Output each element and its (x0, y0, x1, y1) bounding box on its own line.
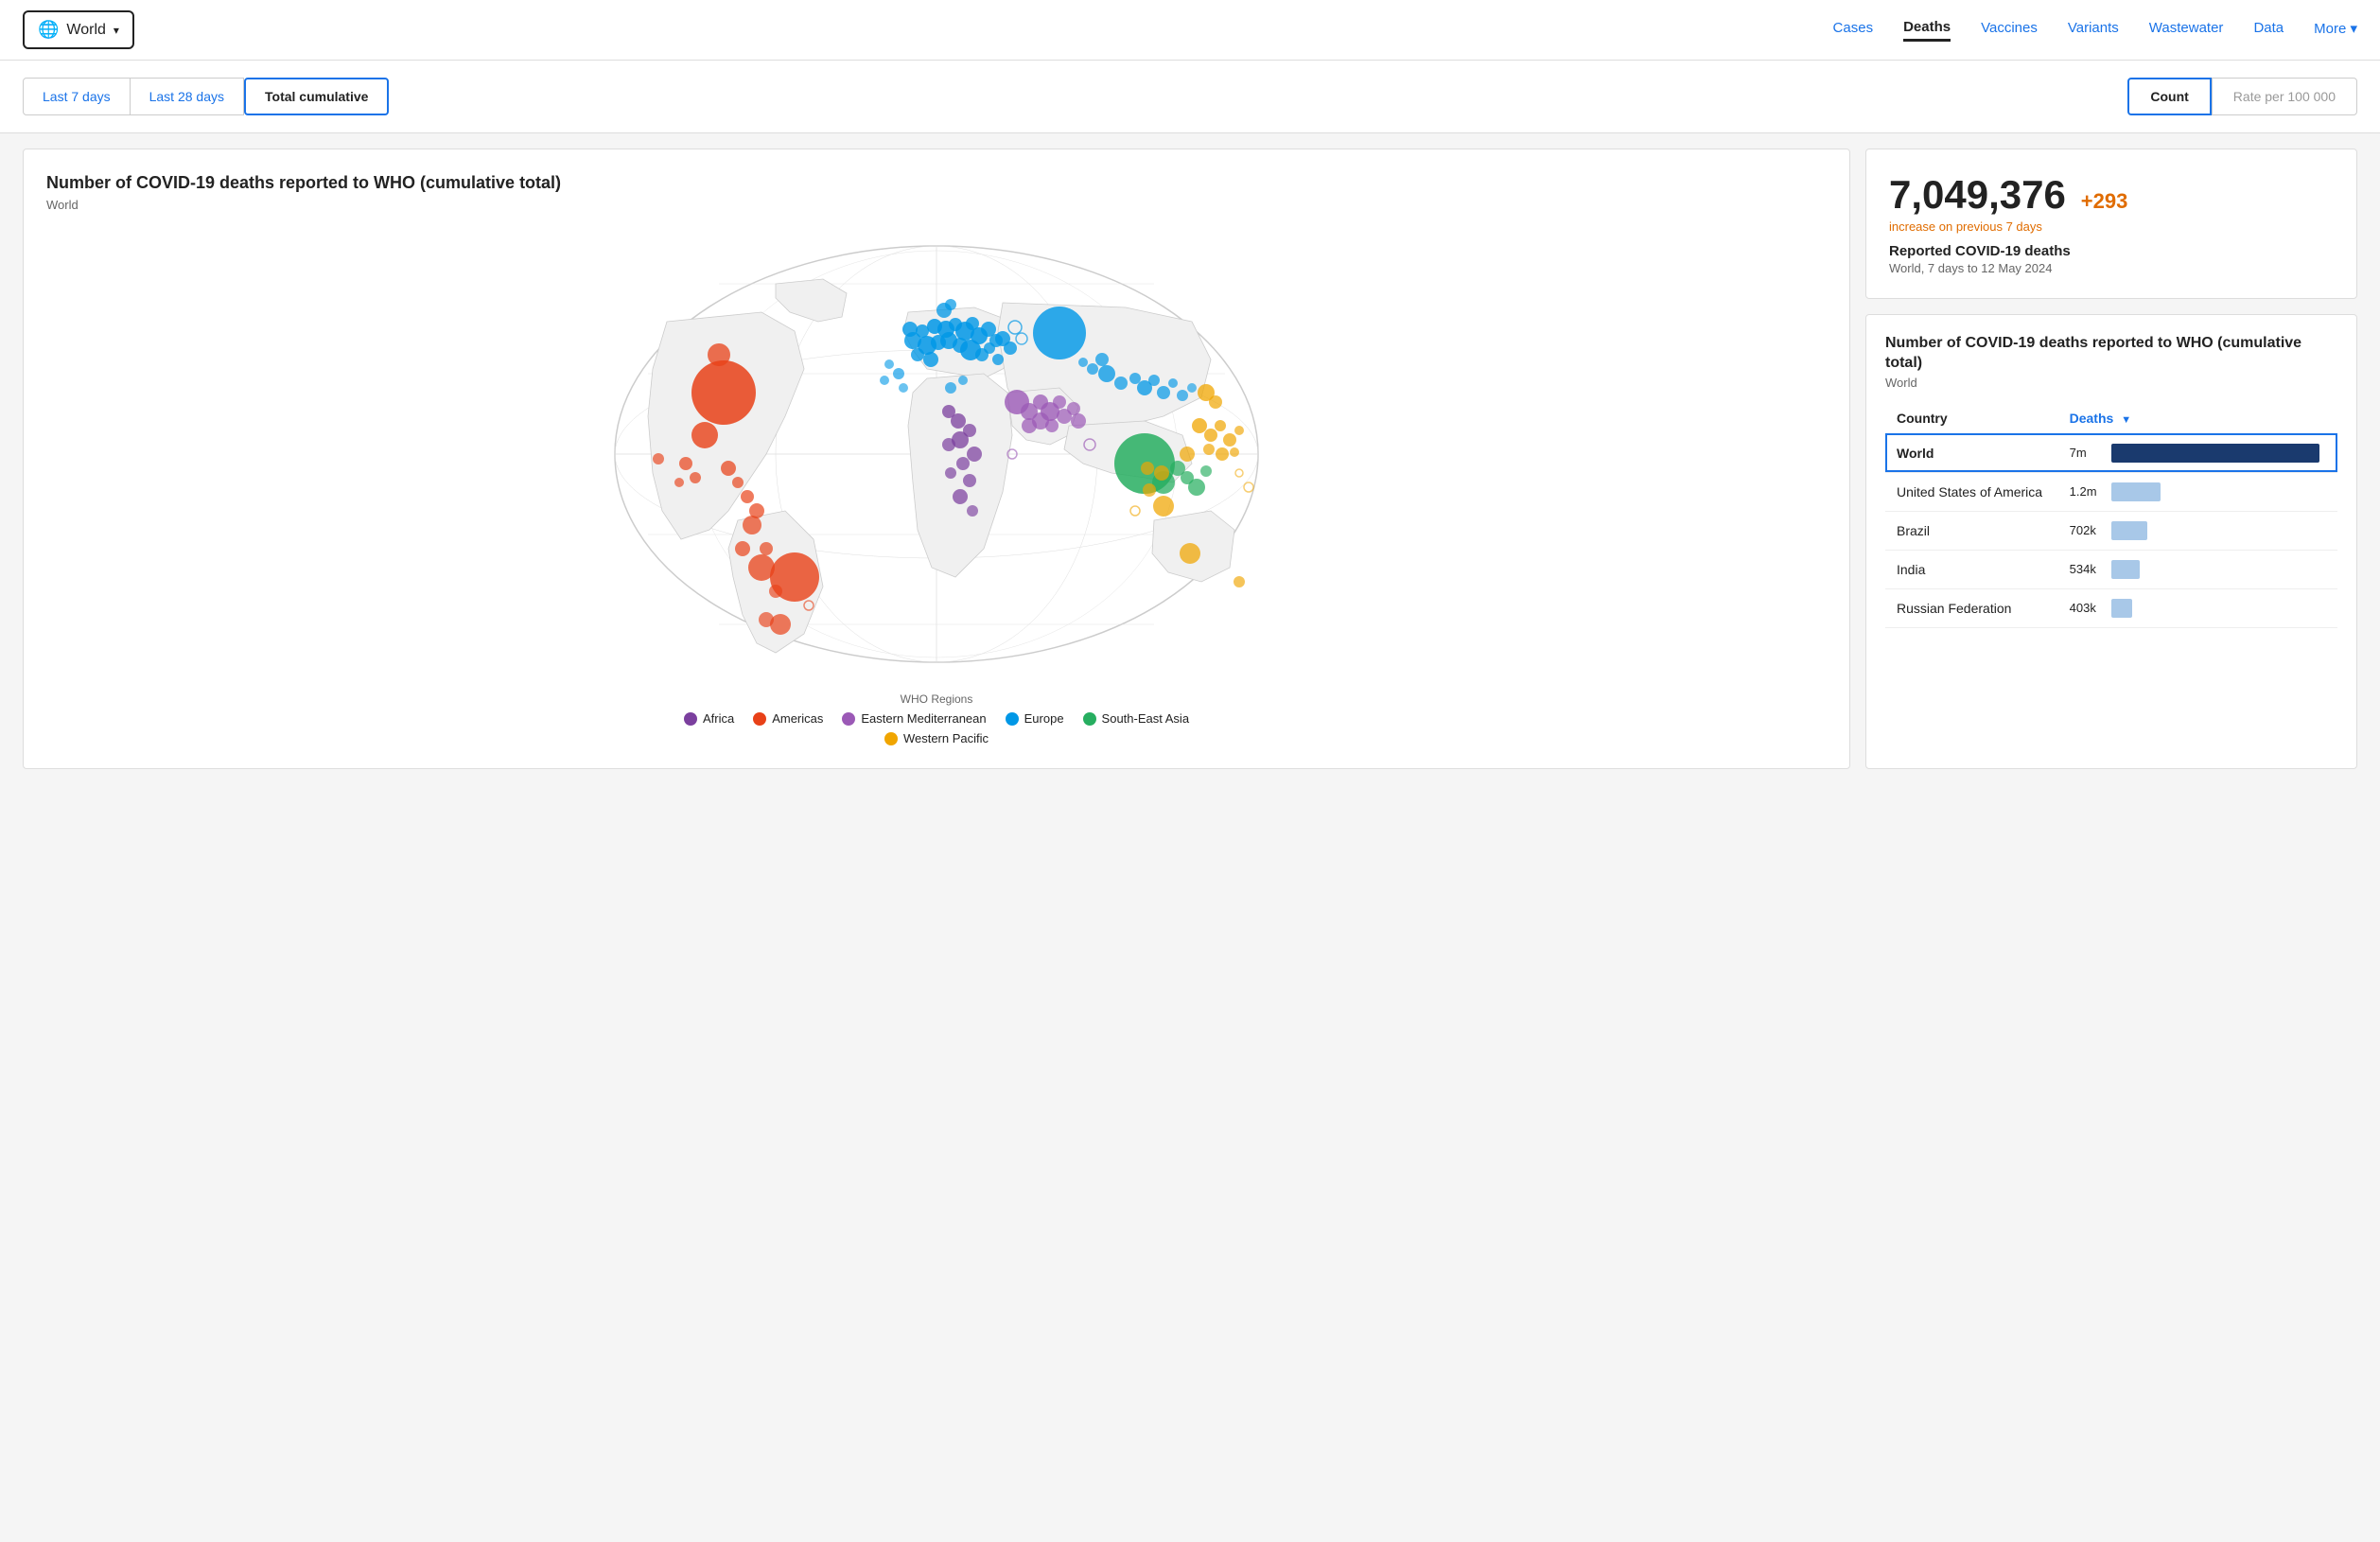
sea-dot (1083, 712, 1096, 726)
eastern-med-dot (842, 712, 855, 726)
tab-total-cumulative[interactable]: Total cumulative (244, 78, 389, 115)
western-pacific-dot (884, 732, 898, 745)
right-panel: 7,049,376 +293 increase on previous 7 da… (1865, 149, 2357, 769)
stats-card: 7,049,376 +293 increase on previous 7 da… (1865, 149, 2357, 299)
legend-eastern-med-label: Eastern Mediterranean (861, 711, 986, 726)
legend-items: Africa Americas Eastern Mediterranean Eu… (46, 711, 1827, 726)
table-country-cell: India (1885, 550, 2058, 588)
legend-europe: Europe (1006, 711, 1064, 726)
data-table: Country Deaths ▼ World7mUnited States of… (1885, 403, 2337, 628)
map-panel: Number of COVID-19 deaths reported to WH… (23, 149, 1850, 769)
sort-arrow-icon: ▼ (2121, 414, 2131, 426)
map-subtitle: World (46, 198, 1827, 212)
nav-vaccines[interactable]: Vaccines (1981, 20, 2038, 40)
europe-dot (1006, 712, 1019, 726)
table-card-title: Number of COVID-19 deaths reported to WH… (1885, 334, 2337, 374)
table-country-cell: Russian Federation (1885, 588, 2058, 627)
nav-more[interactable]: More ▾ (2314, 20, 2357, 41)
nav-wastewater[interactable]: Wastewater (2149, 20, 2224, 40)
world-map-svg (46, 227, 1827, 681)
legend-items-2: Western Pacific (46, 731, 1827, 745)
map-container (46, 227, 1827, 681)
globe-icon: 🌐 (38, 20, 59, 40)
world-label: World (66, 22, 106, 39)
map-legend: WHO Regions Africa Americas Eastern Medi… (46, 692, 1827, 745)
table-deaths-cell: 702k (2058, 511, 2337, 550)
tab-last-7-days[interactable]: Last 7 days (23, 78, 131, 115)
stats-number: 7,049,376 (1889, 172, 2066, 217)
stats-change-label: increase on previous 7 days (1889, 219, 2334, 234)
stats-meta: World, 7 days to 12 May 2024 (1889, 261, 2334, 275)
metric-tabs: Count Rate per 100 000 (2127, 78, 2357, 115)
time-tabs: Last 7 days Last 28 days Total cumulativ… (23, 78, 389, 115)
table-scroll[interactable]: Country Deaths ▼ World7mUnited States of… (1885, 403, 2337, 628)
table-deaths-cell: 7m (2058, 433, 2337, 472)
filter-bar: Last 7 days Last 28 days Total cumulativ… (0, 61, 2380, 133)
main-content: Number of COVID-19 deaths reported to WH… (0, 133, 2380, 784)
legend-africa-label: Africa (703, 711, 734, 726)
stats-change: +293 (2081, 189, 2128, 213)
metric-count[interactable]: Count (2127, 78, 2211, 115)
americas-dot (753, 712, 766, 726)
legend-africa: Africa (684, 711, 734, 726)
nav-data[interactable]: Data (2253, 20, 2284, 40)
col-country[interactable]: Country (1885, 403, 2058, 434)
legend-sea-label: South-East Asia (1102, 711, 1190, 726)
table-deaths-cell: 534k (2058, 550, 2337, 588)
table-deaths-cell: 403k (2058, 588, 2337, 627)
legend-western-pacific: Western Pacific (884, 731, 989, 745)
world-selector[interactable]: 🌐 World ▾ (23, 10, 134, 49)
legend-title: WHO Regions (46, 692, 1827, 706)
legend-americas-label: Americas (772, 711, 823, 726)
chevron-down-icon: ▾ (114, 24, 119, 37)
legend-eastern-med: Eastern Mediterranean (842, 711, 986, 726)
tab-last-28-days[interactable]: Last 28 days (131, 78, 244, 115)
table-country-cell: United States of America (1885, 472, 2058, 511)
stats-number-row: 7,049,376 +293 (1889, 172, 2334, 218)
table-card-sub: World (1885, 376, 2337, 390)
stats-label: Reported COVID-19 deaths (1889, 243, 2334, 259)
table-deaths-cell: 1.2m (2058, 472, 2337, 511)
legend-americas: Americas (753, 711, 823, 726)
metric-rate[interactable]: Rate per 100 000 (2212, 78, 2357, 115)
nav-variants[interactable]: Variants (2068, 20, 2119, 40)
legend-western-pacific-label: Western Pacific (903, 731, 989, 745)
map-title: Number of COVID-19 deaths reported to WH… (46, 172, 1827, 194)
nav-cases[interactable]: Cases (1833, 20, 1874, 40)
nav-deaths[interactable]: Deaths (1903, 19, 1951, 42)
main-nav: Cases Deaths Vaccines Variants Wastewate… (1833, 19, 2357, 42)
legend-europe-label: Europe (1024, 711, 1064, 726)
table-card: Number of COVID-19 deaths reported to WH… (1865, 314, 2357, 769)
legend-sea: South-East Asia (1083, 711, 1190, 726)
header: 🌐 World ▾ Cases Deaths Vaccines Variants… (0, 0, 2380, 61)
africa-dot (684, 712, 697, 726)
table-country-cell: Brazil (1885, 511, 2058, 550)
table-country-cell: World (1885, 433, 2058, 472)
col-deaths[interactable]: Deaths ▼ (2058, 403, 2337, 434)
